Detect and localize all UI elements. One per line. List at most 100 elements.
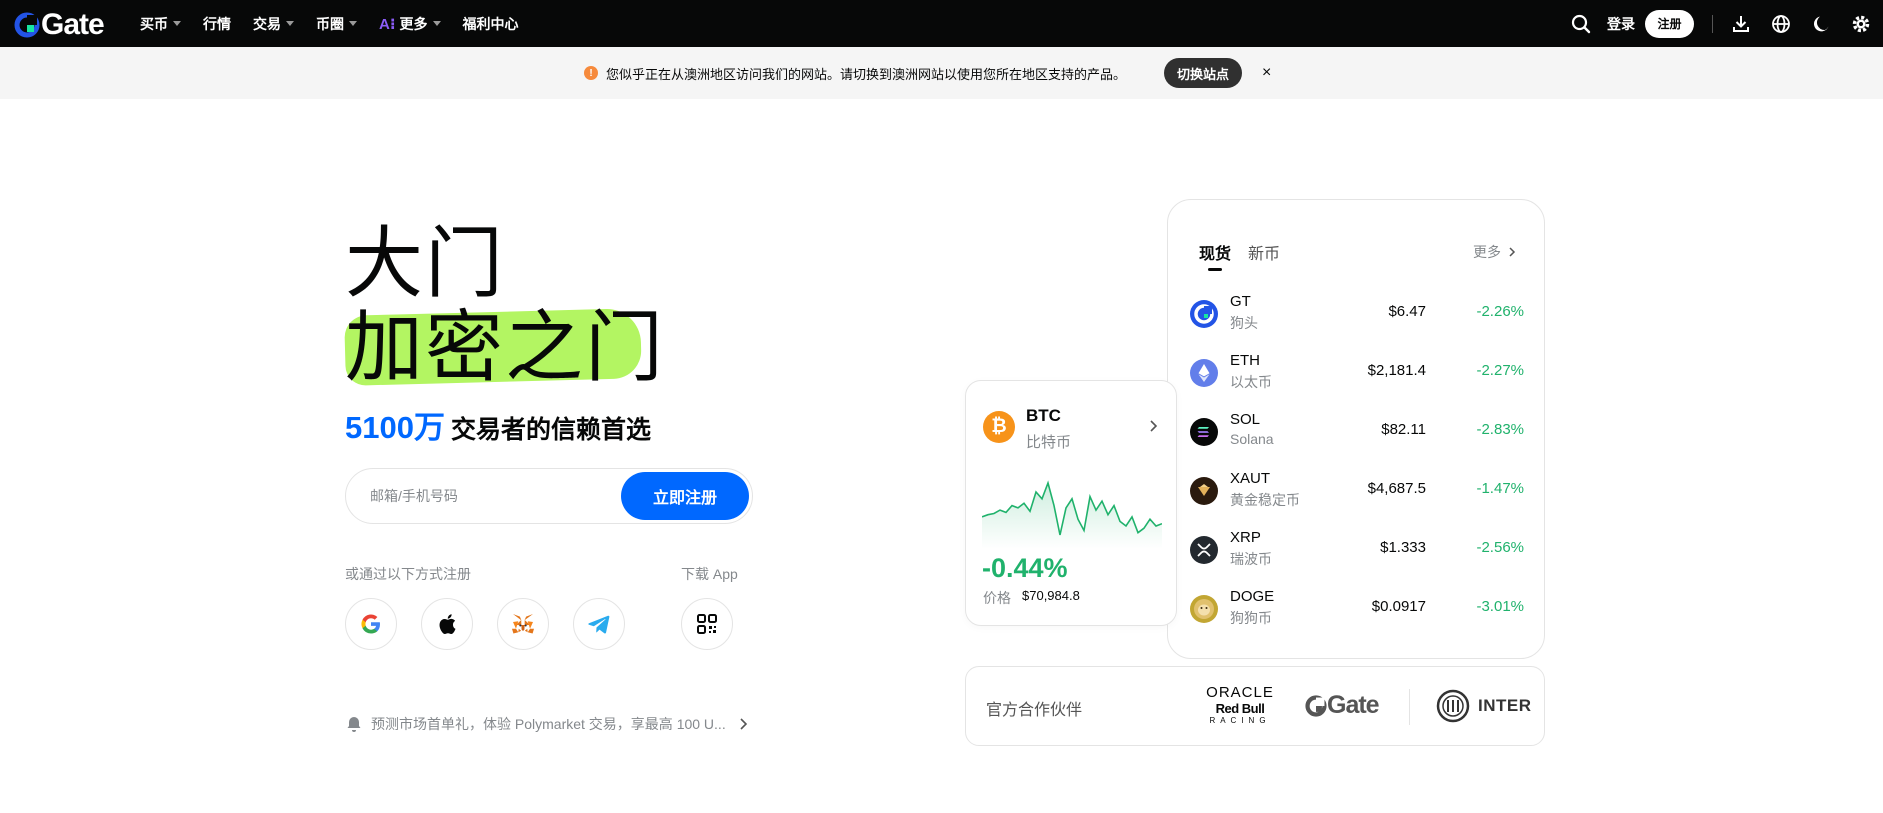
hero-title-line1: 大门: [345, 219, 506, 307]
sol-icon: [1190, 418, 1218, 446]
search-icon[interactable]: [1561, 0, 1601, 47]
market-more-link[interactable]: 更多: [1473, 242, 1518, 262]
coin-row-gt[interactable]: GT 狗头 $6.47 -2.26%: [1190, 289, 1524, 341]
top-navbar: Gate 买币 行情 交易 币圈 A⁝ 更多 福利中心 登录 注册: [0, 0, 1883, 47]
hero-subtitle-text: 交易者的信赖首选: [450, 416, 651, 444]
hero-title-line2: 加密之门: [345, 303, 666, 391]
gate-partner-logo[interactable]: Gate: [1305, 691, 1380, 720]
apple-signup-button[interactable]: [421, 598, 473, 650]
inter-crest-icon: [1436, 689, 1470, 723]
coin-change: -2.27%: [1476, 362, 1524, 379]
coin-row-xaut[interactable]: XAUT 黄金稳定币 $4,687.5 -1.47%: [1190, 466, 1524, 518]
eth-icon: [1190, 359, 1218, 387]
ai-icon: A⁝: [379, 15, 396, 33]
coin-row-sol[interactable]: SOL Solana $82.11 -2.83%: [1190, 407, 1524, 459]
doge-icon: [1190, 595, 1218, 623]
polymarket-notice[interactable]: 预测市场首单礼，体验 Polymarket 交易，享最高 100 U...: [345, 714, 750, 734]
alt-signup-label: 或通过以下方式注册: [345, 566, 471, 582]
gate-logo[interactable]: Gate: [14, 8, 105, 42]
login-link[interactable]: 登录: [1607, 14, 1635, 34]
nav-rewards-center[interactable]: 福利中心: [463, 14, 519, 34]
trader-count: 5100万: [345, 410, 445, 445]
sparkline-area: [982, 483, 1162, 549]
coin-price: $0.0917: [1371, 598, 1426, 615]
coin-symbol: XAUT: [1230, 470, 1271, 487]
coin-row-eth[interactable]: ETH 以太币 $2,181.4 -2.27%: [1190, 348, 1524, 400]
coin-name: 黄金稳定币: [1230, 492, 1300, 508]
nav-crypto-circle[interactable]: 币圈: [316, 14, 357, 34]
btc-change: -0.44%: [982, 553, 1068, 583]
main-menu: 买币 行情 交易 币圈 A⁝ 更多 福利中心: [140, 0, 541, 47]
nav-trade[interactable]: 交易: [253, 14, 294, 34]
coin-name: 狗头: [1230, 315, 1258, 331]
tab-new-coins[interactable]: 新币: [1248, 240, 1280, 264]
coin-name: Solana: [1230, 431, 1274, 447]
moon-icon[interactable]: [1801, 0, 1841, 47]
coin-symbol: GT: [1230, 293, 1251, 310]
nav-more[interactable]: A⁝ 更多: [379, 14, 441, 34]
coin-row-doge[interactable]: DOGE 狗狗币 $0.0917 -3.01%: [1190, 584, 1524, 636]
globe-icon[interactable]: [1761, 0, 1801, 47]
btc-name: 比特币: [1026, 434, 1072, 451]
coin-price: $1.333: [1380, 539, 1426, 556]
qr-download-button[interactable]: [681, 598, 733, 650]
btc-price-card[interactable]: ₿ BTC 比特币 -0.44% 价格 $70,984.8: [965, 380, 1177, 626]
coin-symbol: SOL: [1230, 411, 1261, 428]
nav-divider: [1712, 14, 1713, 33]
market-tabs: 现货 新币: [1199, 240, 1297, 271]
download-app-label: 下载 App: [681, 566, 738, 582]
xrp-icon: [1190, 536, 1218, 564]
banner-message: 您似乎正在从澳洲地区访问我们的网站。请切换到澳洲网站以使用您所在地区支持的产品。: [606, 66, 1127, 82]
google-icon: [361, 614, 380, 634]
hero-subtitle: 5100万 交易者的信赖首选: [345, 402, 651, 447]
google-signup-button[interactable]: [345, 598, 397, 650]
switch-site-button[interactable]: 切换站点: [1164, 58, 1243, 88]
close-icon[interactable]: ×: [1262, 64, 1271, 82]
chevron-right-icon: [1509, 247, 1516, 257]
official-partners: 官方合作伙伴 ORACLE Red Bull RACING Gate INTER: [965, 666, 1545, 746]
btc-icon: ₿: [983, 411, 1015, 443]
coin-symbol: ETH: [1230, 352, 1260, 369]
nav-actions: 登录 注册: [1561, 0, 1883, 47]
btc-symbol: BTC: [1026, 406, 1061, 425]
metamask-signup-button[interactable]: [497, 598, 549, 650]
coin-symbol: DOGE: [1230, 588, 1275, 605]
nav-buy-crypto[interactable]: 买币: [140, 14, 181, 34]
xaut-icon: [1190, 477, 1218, 505]
nav-markets[interactable]: 行情: [203, 14, 231, 34]
chevron-down-icon: [173, 21, 181, 26]
coin-price: $6.47: [1388, 303, 1426, 320]
telegram-signup-button[interactable]: [573, 598, 625, 650]
btc-price: $70,984.8: [1022, 588, 1080, 603]
partners-divider: [1409, 689, 1410, 725]
coin-name: 以太币: [1230, 374, 1272, 390]
metamask-icon: [512, 614, 534, 634]
oracle-redbull-logo[interactable]: ORACLE Red Bull RACING: [1197, 685, 1283, 725]
partners-label: 官方合作伙伴: [986, 702, 1083, 719]
chevron-right-icon: [1150, 420, 1158, 432]
notice-text: 预测市场首单礼，体验 Polymarket 交易，享最高 100 U...: [371, 716, 726, 732]
region-banner: ! 您似乎正在从澳洲地区访问我们的网站。请切换到澳洲网站以使用您所在地区支持的产…: [0, 47, 1883, 99]
coin-change: -3.01%: [1476, 598, 1524, 615]
qr-code-icon: [697, 614, 717, 634]
coin-price: $2,181.4: [1367, 362, 1426, 379]
coin-change: -2.56%: [1476, 539, 1524, 556]
tab-spot[interactable]: 现货: [1199, 240, 1231, 271]
coin-change: -2.26%: [1476, 303, 1524, 320]
btc-price-label: 价格: [983, 590, 1011, 606]
apple-icon: [439, 614, 456, 635]
coin-row-xrp[interactable]: XRP 瑞波币 $1.333 -2.56%: [1190, 525, 1524, 577]
inter-logo[interactable]: INTER: [1436, 689, 1532, 723]
register-now-button[interactable]: 立即注册: [621, 472, 749, 520]
chevron-right-icon: [740, 718, 747, 730]
gate-logo-icon: [1305, 694, 1327, 717]
gear-icon[interactable]: [1841, 0, 1881, 47]
email-phone-input[interactable]: [370, 488, 600, 504]
download-icon[interactable]: [1721, 0, 1761, 47]
signup-button[interactable]: 注册: [1645, 9, 1694, 38]
coin-change: -2.83%: [1476, 421, 1524, 438]
signup-form: 立即注册: [345, 468, 753, 524]
gate-logo-text: Gate: [41, 8, 105, 41]
bell-icon: [347, 717, 361, 732]
coin-symbol: XRP: [1230, 529, 1261, 546]
